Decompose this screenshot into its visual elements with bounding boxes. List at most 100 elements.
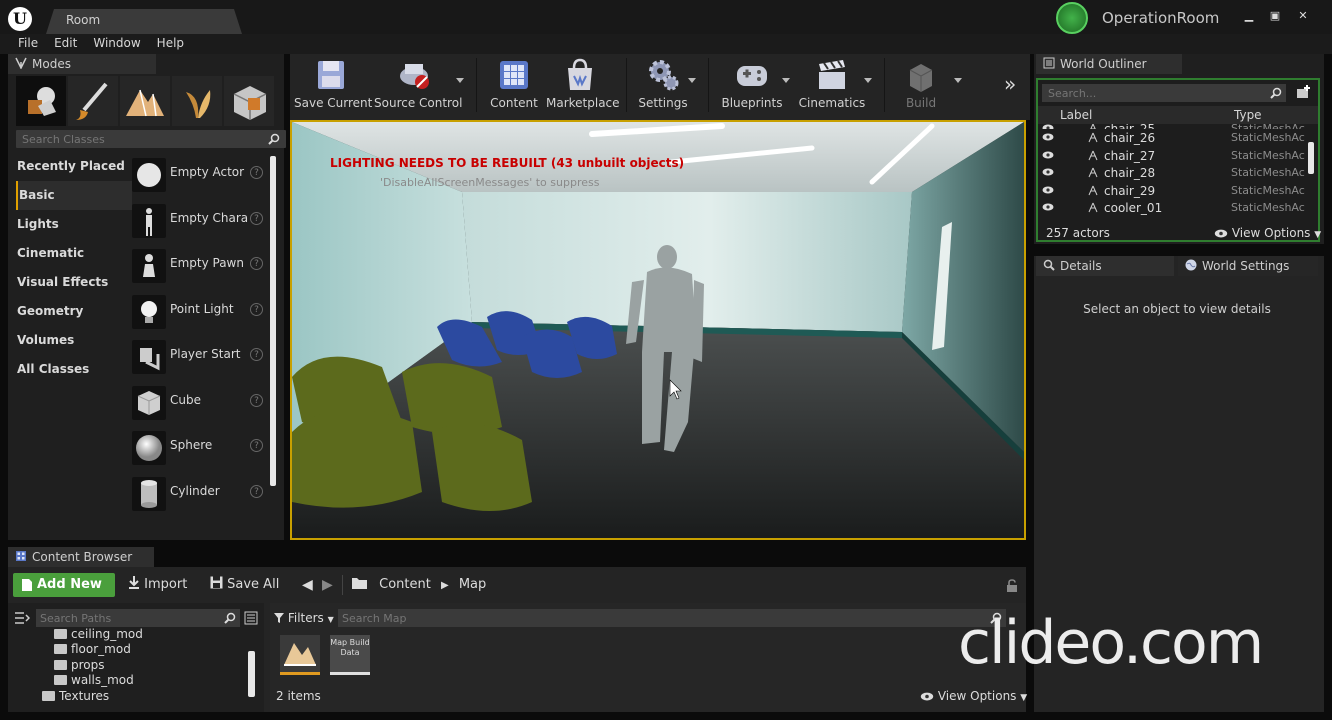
level-tab[interactable]: Room bbox=[46, 9, 242, 34]
close-button[interactable]: ✕ bbox=[1290, 8, 1316, 24]
category-basic[interactable]: Basic bbox=[16, 181, 132, 210]
minimize-button[interactable]: ▁ bbox=[1236, 8, 1262, 24]
folder-walls-mod[interactable]: walls_mod bbox=[54, 673, 134, 687]
folder-ceiling-mod[interactable]: ceiling_mod bbox=[54, 627, 143, 641]
cinematics-button[interactable]: Cinematics bbox=[798, 54, 866, 114]
help-icon[interactable]: ? bbox=[250, 302, 263, 316]
tab-world-settings[interactable]: World Settings bbox=[1178, 256, 1318, 276]
visibility-eye-icon[interactable] bbox=[1042, 151, 1054, 159]
cinematics-dropdown-icon[interactable] bbox=[864, 78, 872, 83]
tab-details[interactable]: Details bbox=[1036, 256, 1174, 276]
category-all-classes[interactable]: All Classes bbox=[16, 355, 132, 384]
world-outliner-tab[interactable]: World Outliner bbox=[1036, 54, 1182, 74]
history-forward-icon[interactable]: ▶ bbox=[322, 573, 333, 597]
lock-icon[interactable] bbox=[1006, 579, 1018, 592]
save-all-button[interactable]: Save All bbox=[210, 573, 279, 597]
outliner-row[interactable]: cooler_01 StaticMeshAc bbox=[1038, 199, 1308, 217]
placeable-item[interactable]: Empty Actor ? bbox=[126, 152, 272, 198]
folder-floor-mod[interactable]: floor_mod bbox=[54, 642, 131, 656]
filters-button[interactable]: Filters ▼ bbox=[274, 609, 334, 627]
placeable-item[interactable]: Point Light ? bbox=[126, 289, 272, 335]
map-search-input[interactable] bbox=[338, 609, 978, 627]
column-type[interactable]: Type bbox=[1234, 108, 1262, 122]
placeables-scrollbar[interactable] bbox=[270, 156, 276, 486]
save-current-button[interactable]: Save Current bbox=[294, 54, 372, 114]
foliage-mode-icon[interactable] bbox=[172, 76, 222, 126]
add-folder-icon[interactable] bbox=[1296, 84, 1312, 100]
folder-label: ceiling_mod bbox=[71, 627, 143, 641]
breadcrumb-map[interactable]: Map bbox=[459, 577, 486, 592]
toolbar-overflow-icon[interactable]: » bbox=[1004, 72, 1016, 96]
place-mode-icon[interactable] bbox=[16, 76, 66, 126]
placeable-item[interactable]: Sphere ? bbox=[126, 425, 272, 471]
path-view-options-icon[interactable] bbox=[244, 611, 258, 625]
category-lights[interactable]: Lights bbox=[16, 210, 132, 239]
folder-textures[interactable]: Textures bbox=[42, 689, 109, 703]
visibility-eye-icon[interactable] bbox=[1042, 168, 1054, 176]
help-icon[interactable]: ? bbox=[250, 211, 263, 225]
marketplace-button[interactable]: Marketplace bbox=[546, 54, 620, 114]
build-button[interactable]: Build bbox=[896, 54, 946, 114]
category-recently-placed[interactable]: Recently Placed bbox=[16, 152, 132, 181]
help-icon[interactable]: ? bbox=[250, 484, 263, 498]
outliner-row[interactable]: chair_28 StaticMeshAc bbox=[1038, 164, 1308, 182]
level-viewport[interactable]: LIGHTING NEEDS TO BE REBUILT (43 unbuilt… bbox=[290, 120, 1026, 540]
unreal-logo-icon[interactable]: U bbox=[8, 7, 32, 31]
asset-map-build-data[interactable]: Map Build Data bbox=[330, 635, 370, 675]
help-icon[interactable]: ? bbox=[250, 393, 263, 407]
asset-view-options[interactable]: View Options ▼ bbox=[920, 689, 1027, 703]
menu-help[interactable]: Help bbox=[149, 34, 192, 54]
menu-file[interactable]: File bbox=[10, 34, 46, 54]
menu-window[interactable]: Window bbox=[85, 34, 148, 54]
view-options-label: View Options bbox=[937, 689, 1017, 703]
path-scrollbar[interactable] bbox=[248, 651, 255, 697]
category-volumes[interactable]: Volumes bbox=[16, 326, 132, 355]
column-label[interactable]: Label bbox=[1060, 108, 1092, 122]
outliner-search-input[interactable] bbox=[1042, 84, 1262, 102]
outliner-row[interactable]: chair_26 StaticMeshAc bbox=[1038, 129, 1308, 147]
class-search-input[interactable] bbox=[16, 130, 256, 148]
placeable-item[interactable]: Cylinder ? bbox=[126, 471, 272, 517]
source-control-dropdown-icon[interactable] bbox=[456, 78, 464, 83]
landscape-mode-icon[interactable] bbox=[120, 76, 170, 126]
content-browser-tab[interactable]: Content Browser bbox=[8, 547, 154, 567]
category-geometry[interactable]: Geometry bbox=[16, 297, 132, 326]
help-icon[interactable]: ? bbox=[250, 348, 263, 361]
help-icon[interactable]: ? bbox=[250, 166, 263, 179]
category-visual-effects[interactable]: Visual Effects bbox=[16, 268, 132, 297]
asset-map-room[interactable] bbox=[280, 635, 320, 675]
category-cinematic[interactable]: Cinematic bbox=[16, 239, 132, 268]
path-search-input[interactable] bbox=[36, 609, 216, 627]
visibility-eye-icon[interactable] bbox=[1042, 186, 1054, 194]
visibility-eye-icon[interactable] bbox=[1042, 133, 1054, 141]
placeable-item[interactable]: Cube ? bbox=[126, 380, 272, 426]
settings-dropdown-icon[interactable] bbox=[688, 78, 696, 83]
sources-panel-toggle-icon[interactable] bbox=[14, 611, 30, 625]
settings-button[interactable]: Settings bbox=[636, 54, 690, 114]
maximize-button[interactable]: ▣ bbox=[1262, 8, 1288, 24]
breadcrumb-content[interactable]: Content bbox=[379, 577, 431, 592]
outliner-view-options[interactable]: View Options ▼ bbox=[1214, 226, 1321, 240]
folder-props[interactable]: props bbox=[54, 658, 105, 672]
outliner-row[interactable]: chair_27 StaticMeshAc bbox=[1038, 147, 1308, 165]
menu-edit[interactable]: Edit bbox=[46, 34, 85, 54]
help-icon[interactable]: ? bbox=[250, 257, 263, 270]
help-icon[interactable]: ? bbox=[250, 439, 263, 452]
outliner-scrollbar[interactable] bbox=[1308, 142, 1314, 174]
modes-tab[interactable]: Modes bbox=[8, 54, 156, 74]
visibility-eye-icon[interactable] bbox=[1042, 203, 1054, 211]
content-button[interactable]: Content bbox=[488, 54, 540, 114]
history-back-icon[interactable]: ◀ bbox=[302, 573, 313, 597]
placeable-item[interactable]: Player Start ? bbox=[126, 334, 272, 380]
add-new-button[interactable]: Add New ▼ bbox=[13, 573, 115, 614]
source-control-button[interactable]: Source Control bbox=[374, 54, 462, 114]
placeable-item[interactable]: Empty Chara ? bbox=[126, 198, 272, 244]
blueprints-dropdown-icon[interactable] bbox=[782, 78, 790, 83]
import-button[interactable]: Import bbox=[128, 573, 187, 597]
build-dropdown-icon[interactable] bbox=[954, 78, 962, 83]
paint-mode-icon[interactable] bbox=[68, 76, 118, 126]
blueprints-button[interactable]: Blueprints bbox=[720, 54, 784, 114]
outliner-row[interactable]: chair_29 StaticMeshAc bbox=[1038, 182, 1308, 200]
geometry-mode-icon[interactable] bbox=[224, 76, 274, 126]
placeable-item[interactable]: Empty Pawn ? bbox=[126, 243, 272, 289]
